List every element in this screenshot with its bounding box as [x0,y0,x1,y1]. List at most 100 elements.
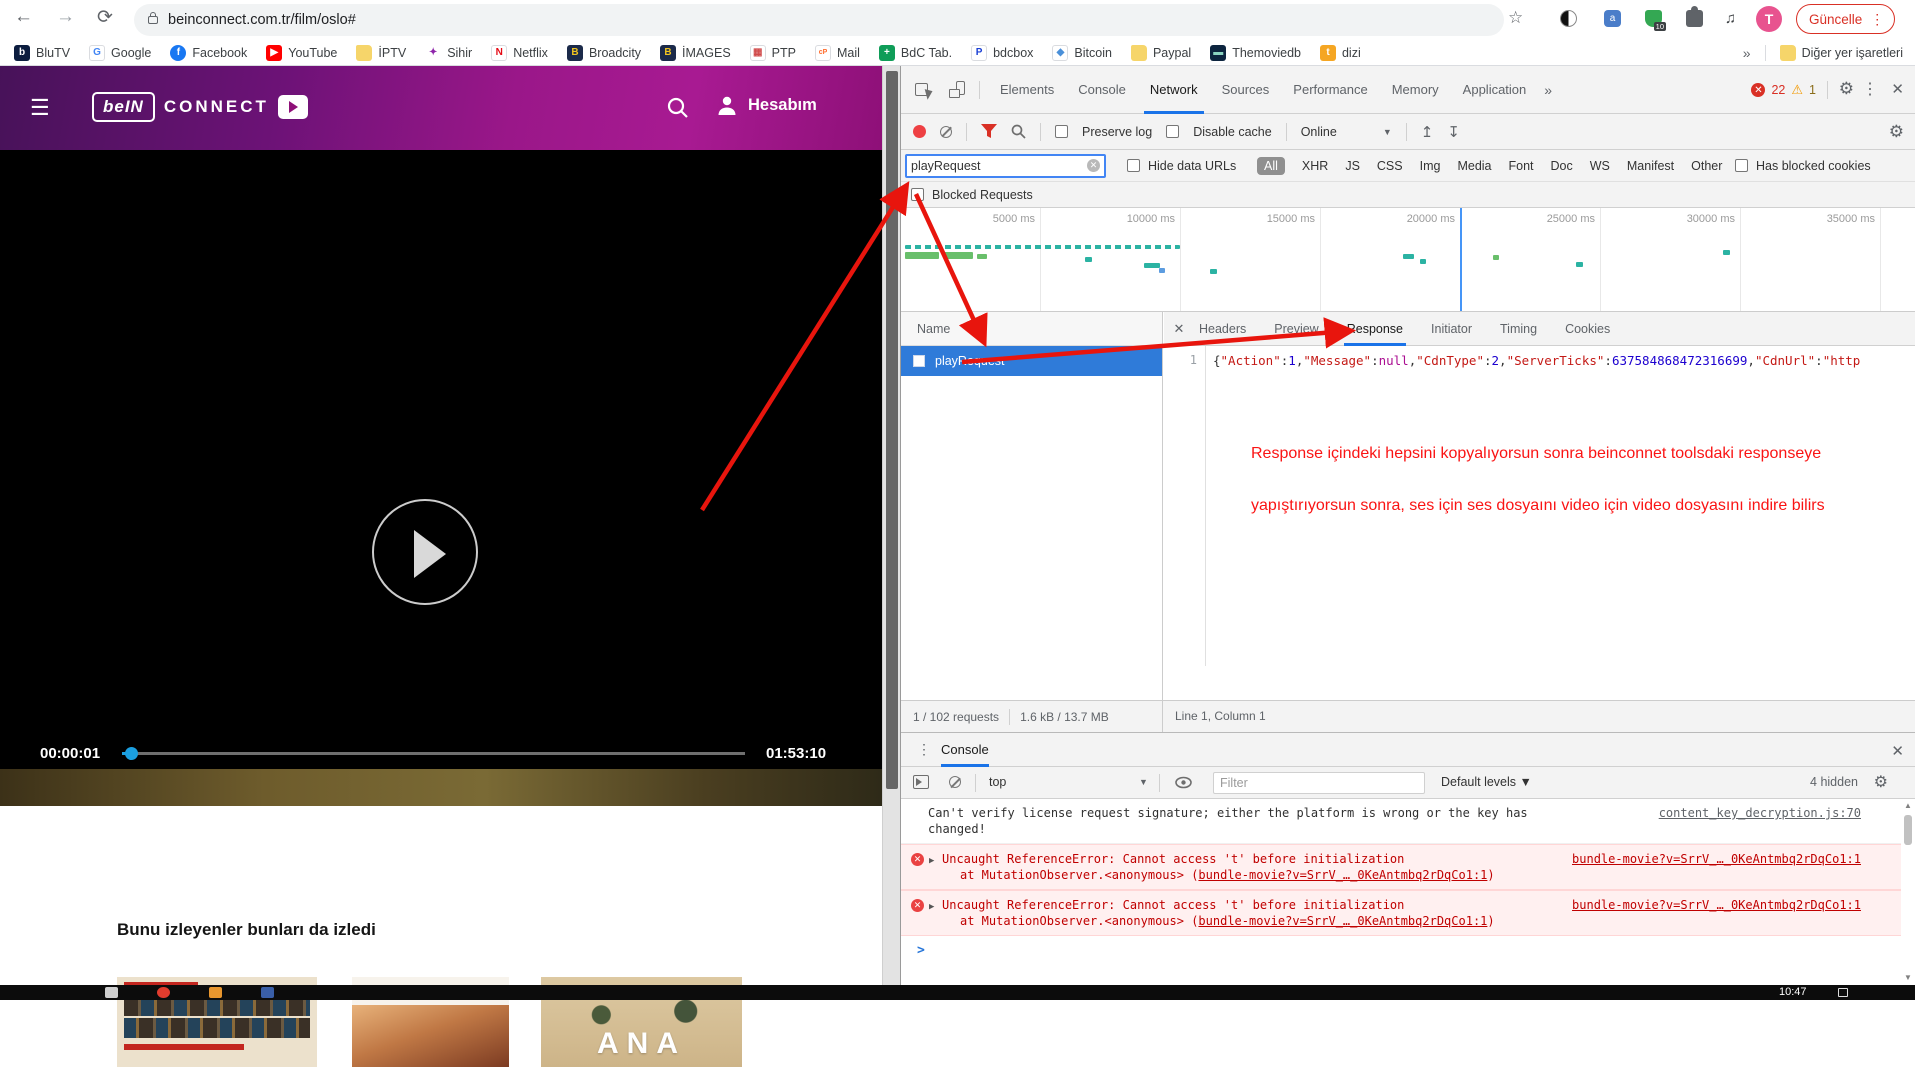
scroll-up-arrow[interactable]: ▲ [1904,801,1912,810]
clear-network-log-icon[interactable] [940,126,952,138]
console-close-icon[interactable]: ✕ [1891,742,1904,760]
menu-icon[interactable]: ☰ [30,97,56,119]
chrome-update-button[interactable]: Güncelle ⋮ [1796,4,1895,34]
filter-type-other[interactable]: Other [1691,159,1722,173]
bookmark-item[interactable]: BİMAGES [660,45,731,61]
detail-tab-initiator[interactable]: Initiator [1428,312,1475,346]
execution-context-dropdown[interactable]: top [989,775,1006,789]
extension-icon[interactable]: a [1604,10,1621,27]
import-har-icon[interactable]: ↥ [1421,123,1434,141]
filter-type-xhr[interactable]: XHR [1302,159,1328,173]
bookmark-item[interactable]: ◆Bitcoin [1052,45,1112,61]
extensions-puzzle-icon[interactable] [1686,10,1703,27]
taskbar-app-icon[interactable] [261,987,274,998]
filter-type-doc[interactable]: Doc [1551,159,1573,173]
error-source-link[interactable]: bundle-movie?v=SrrV_…_0KeAntmbq2rDqCo1:1 [1572,897,1861,913]
device-toolbar-icon[interactable] [949,81,965,98]
detail-tab-headers[interactable]: Headers [1196,312,1249,346]
source-link[interactable]: content_key_decryption.js:70 [1659,805,1861,821]
name-column-header[interactable]: Name [901,312,1162,346]
stack-source-link[interactable]: bundle-movie?v=SrrV_…_0KeAntmbq2rDqCo1:1 [1198,914,1487,928]
detail-tab-cookies[interactable]: Cookies [1562,312,1613,346]
taskbar-app-icon[interactable] [105,987,118,998]
filter-type-font[interactable]: Font [1509,159,1534,173]
notification-icon[interactable] [1838,988,1848,997]
bookmark-item[interactable]: NNetflix [491,45,548,61]
more-tabs-icon[interactable]: » [1538,82,1558,98]
bookmark-item[interactable]: +BdC Tab. [879,45,952,61]
preserve-log-checkbox[interactable] [1055,125,1068,138]
adblock-shield-icon[interactable]: 10 [1645,10,1662,27]
network-timeline[interactable]: 5000 ms10000 ms15000 ms20000 ms25000 ms3… [901,208,1915,312]
filter-type-manifest[interactable]: Manifest [1627,159,1674,173]
taskbar-app-icon[interactable] [209,987,222,998]
bookmark-item[interactable]: ✦Sihir [425,45,472,61]
search-icon[interactable] [666,96,690,125]
tab-application[interactable]: Application [1451,66,1539,114]
devtools-settings-icon[interactable]: ⚙ [1839,79,1854,99]
tab-console[interactable]: Console [1066,66,1138,114]
disable-cache-checkbox[interactable] [1166,125,1179,138]
console-error-message[interactable]: ✕▶Uncaught ReferenceError: Cannot access… [901,890,1901,936]
bookmark-item[interactable]: Paypal [1131,45,1191,61]
has-blocked-cookies-checkbox[interactable] [1735,159,1748,172]
error-warning-badges[interactable]: ✕ 22 ⚠ 1 [1751,66,1816,114]
bookmark-item[interactable]: ▬Themoviedb [1210,45,1301,61]
filter-type-ws[interactable]: WS [1590,159,1610,173]
bookmark-item[interactable]: ▦PTP [750,45,796,61]
scrollbar-thumb[interactable] [1904,815,1912,845]
inspect-element-icon[interactable] [915,81,933,99]
windows-taskbar[interactable]: 10:47 [0,985,1915,1000]
close-detail-icon[interactable]: ✕ [1164,321,1194,337]
filter-funnel-icon[interactable] [981,124,997,139]
stack-source-link[interactable]: bundle-movie?v=SrrV_…_0KeAntmbq2rDqCo1:1 [1198,868,1487,882]
console-scrollbar[interactable]: ▲ ▼ [1902,801,1914,984]
bookmark-item[interactable]: bBluTV [14,45,70,61]
seek-handle[interactable] [125,747,138,760]
bookmark-star-icon[interactable]: ☆ [1508,8,1523,28]
export-har-icon[interactable]: ↧ [1447,123,1460,141]
seek-bar[interactable] [122,752,745,755]
detail-tab-timing[interactable]: Timing [1497,312,1540,346]
search-network-icon[interactable] [1011,124,1026,139]
tab-memory[interactable]: Memory [1380,66,1451,114]
filter-input[interactable] [911,156,1081,176]
detail-tab-preview[interactable]: Preview [1271,312,1321,346]
clear-console-icon[interactable] [949,776,961,788]
record-button[interactable] [913,125,926,138]
filter-type-js[interactable]: JS [1345,159,1360,173]
console-tab[interactable]: Console [941,733,989,767]
bookmark-item[interactable]: ▶YouTube [266,45,337,61]
video-player[interactable]: 00:00:01 01:53:10 ▷ ⚙ [0,150,882,769]
bookmark-item[interactable]: cPMail [815,45,860,61]
scrollbar-thumb[interactable] [886,71,898,789]
console-log-message[interactable]: Can't verify license request signature; … [901,799,1901,844]
bookmark-item[interactable]: BBroadcity [567,45,641,61]
network-settings-icon[interactable]: ⚙ [1889,122,1904,142]
throttling-dropdown[interactable]: Online ▼ [1301,125,1392,139]
filter-type-img[interactable]: Img [1420,159,1441,173]
expand-caret-icon[interactable]: ▶ [929,899,934,915]
filter-type-css[interactable]: CSS [1377,159,1403,173]
bein-connect-logo[interactable]: beIN CONNECT [92,92,308,122]
console-menu-icon[interactable]: ⋮ [917,741,931,758]
tab-network[interactable]: Network [1138,66,1210,114]
live-expression-eye-icon[interactable] [1175,775,1192,790]
detail-tab-response[interactable]: Response [1344,312,1406,346]
console-sidebar-icon[interactable] [913,775,929,789]
filter-type-media[interactable]: Media [1457,159,1491,173]
console-error-message[interactable]: ✕▶Uncaught ReferenceError: Cannot access… [901,844,1901,890]
taskbar-app-icon[interactable] [157,987,170,998]
bookmark-item[interactable]: İPTV [356,45,406,61]
bookmark-item[interactable]: fFacebook [170,45,247,61]
console-settings-icon[interactable]: ⚙ [1874,772,1888,792]
forward-icon[interactable]: → [56,6,75,28]
tab-performance[interactable]: Performance [1281,66,1379,114]
bookmark-item[interactable]: tdizi [1320,45,1361,61]
url-field[interactable]: beinconnect.com.tr/film/oslo# [134,4,1504,36]
error-source-link[interactable]: bundle-movie?v=SrrV_…_0KeAntmbq2rDqCo1:1 [1572,851,1861,867]
chevron-down-icon[interactable]: ▼ [1139,777,1148,787]
devtools-menu-icon[interactable]: ⋮ [1862,79,1878,99]
devtools-close-icon[interactable]: ✕ [1891,80,1904,98]
extension-icon[interactable] [1560,10,1577,27]
